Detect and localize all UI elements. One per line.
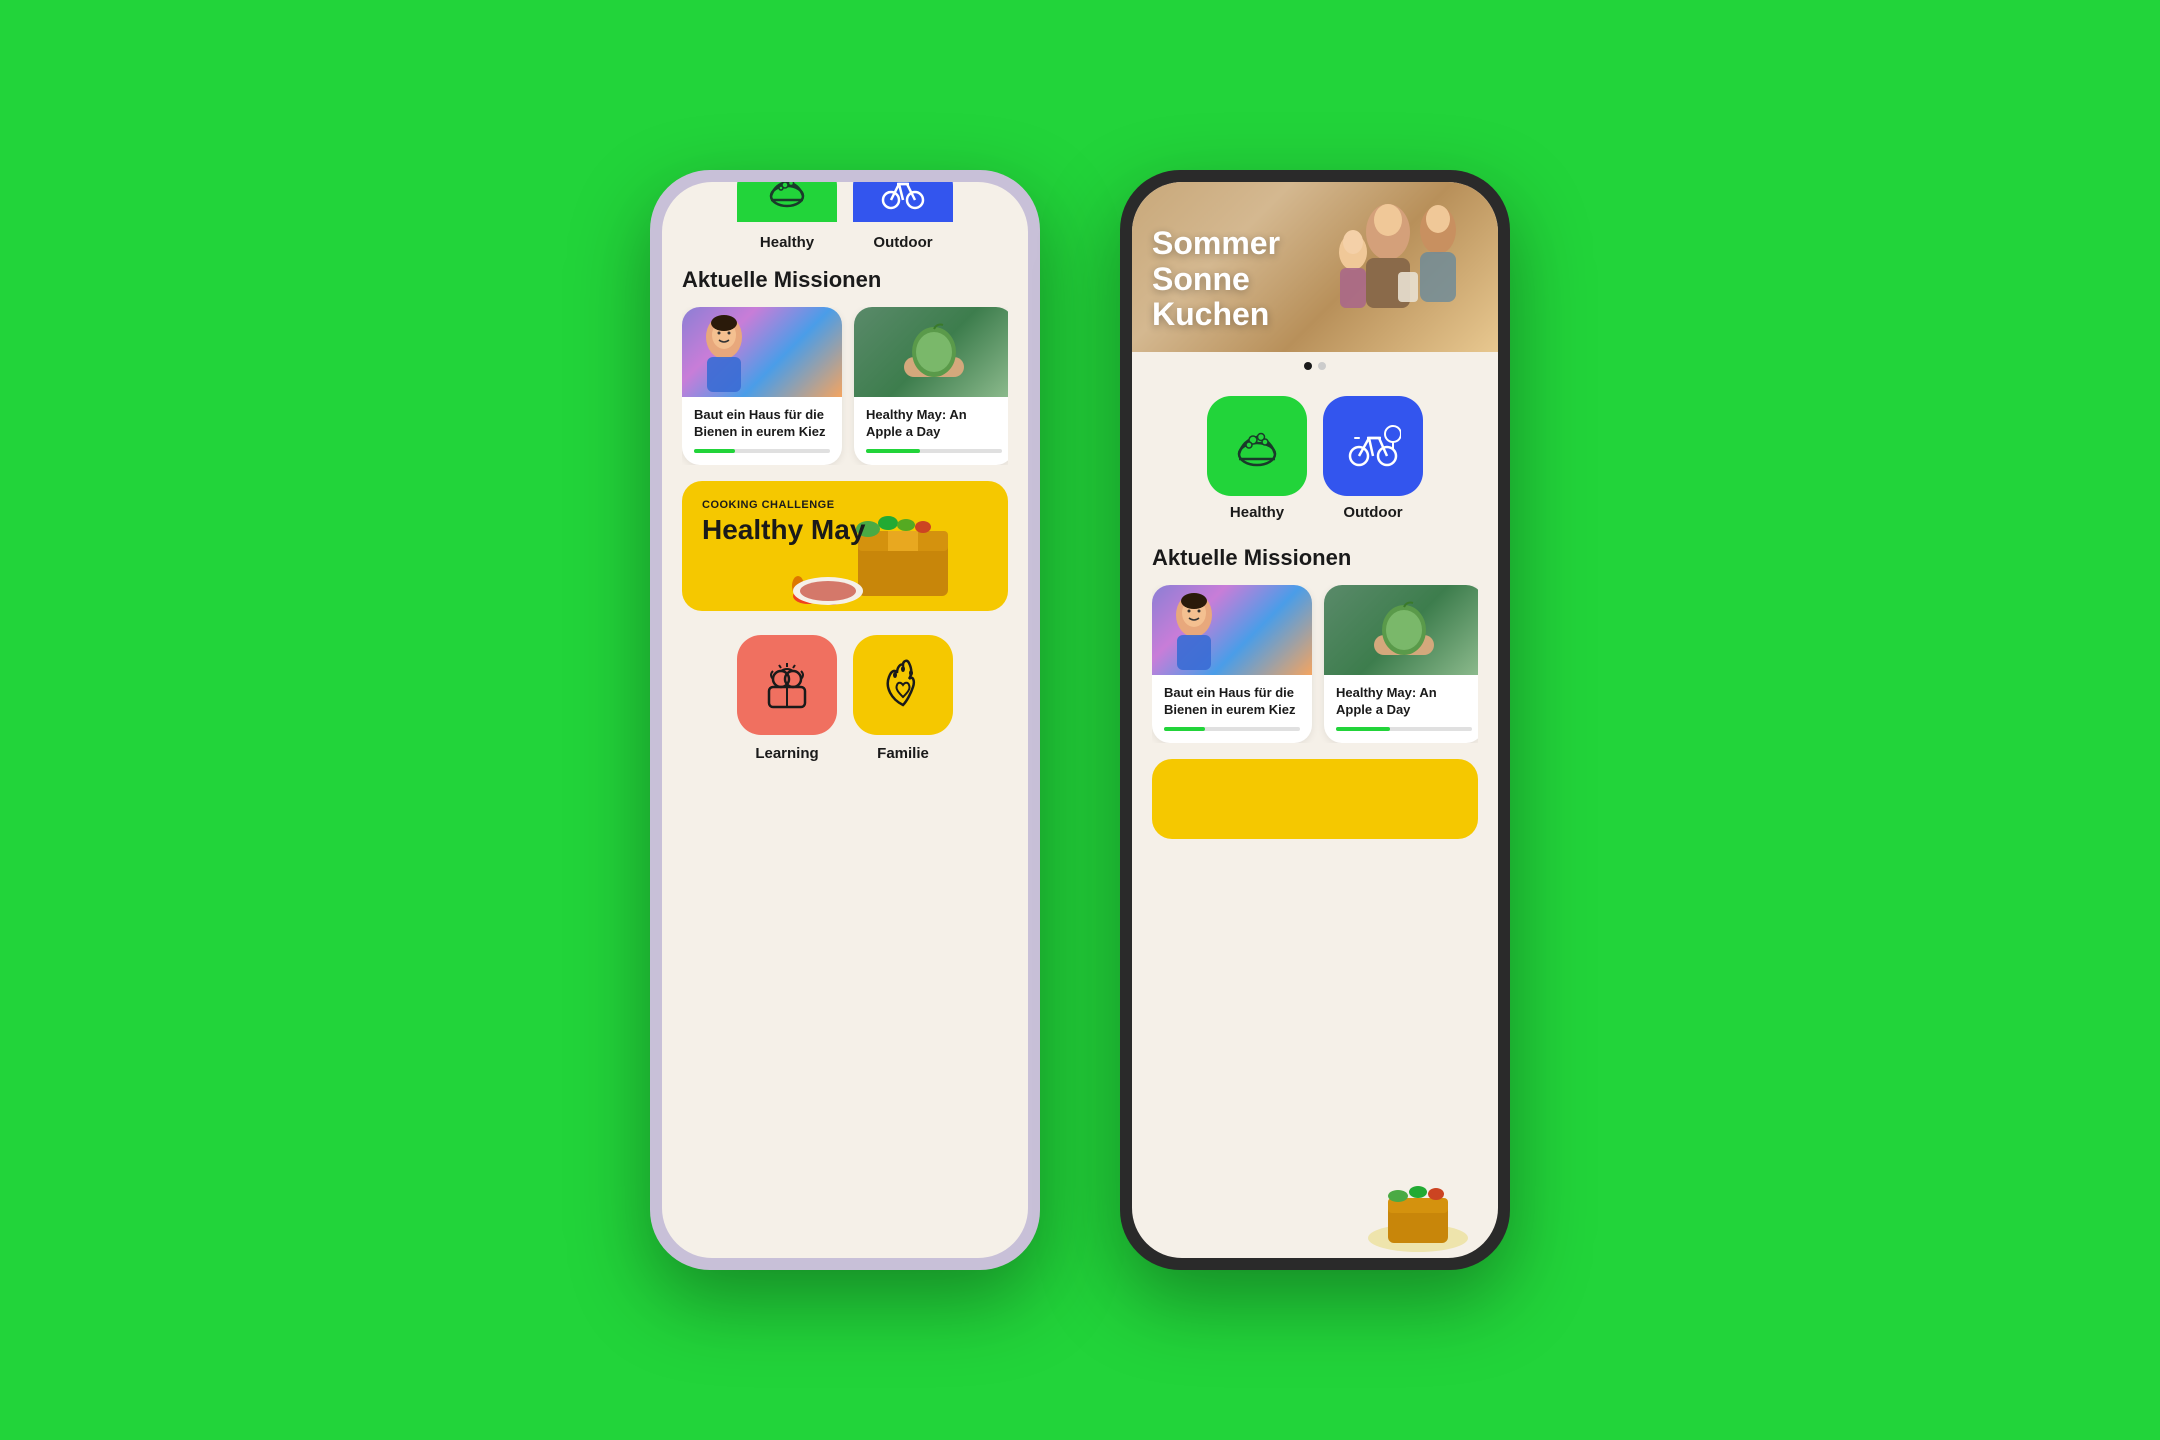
bottom-categories-row: Learning [682, 627, 1008, 770]
mission-card-body-apple-right: Healthy May: An Apple a Day [1324, 675, 1478, 743]
progress-fill-apple-right [1336, 727, 1390, 731]
person-svg-right [1157, 585, 1232, 675]
mission-card-bienen[interactable]: Baut ein Haus für die Bienen in eurem Ki… [682, 307, 842, 465]
cat-item-learning[interactable]: Learning [737, 635, 837, 762]
apple-svg-right [1369, 595, 1439, 665]
screen-content-left: Healthy Outdoor Aktuelle Missionen [662, 182, 1028, 1258]
brain-book-icon [759, 657, 815, 713]
label-healthy-right: Healthy [1230, 504, 1284, 521]
mission-img-bienen-right [1152, 585, 1312, 675]
dot-1 [1304, 362, 1312, 370]
healthy-icon-box-right[interactable] [1207, 396, 1307, 496]
challenge-label: COOKING CHALLENGE [702, 499, 865, 511]
progress-bg-apple [866, 449, 1002, 453]
scroll-area-right: Healthy [1132, 380, 1498, 1258]
mission-row-left: Baut ein Haus für die Bienen in eurem Ki… [682, 307, 1008, 465]
mission-card-body-apple: Healthy May: An Apple a Day [854, 397, 1008, 465]
mission-title-apple: Healthy May: An Apple a Day [866, 407, 1002, 441]
section-title-left: Aktuelle Missionen [682, 267, 1008, 293]
label-outdoor-right: Outdoor [1343, 504, 1402, 521]
section-title-right: Aktuelle Missionen [1152, 545, 1478, 571]
cooking-challenge-banner[interactable]: COOKING CHALLENGE Healthy May [682, 481, 1008, 611]
label-outdoor-left: Outdoor [853, 234, 953, 251]
bike-icon-right [1345, 418, 1401, 474]
label-familie: Familie [877, 745, 929, 762]
category-labels-row: Healthy Outdoor [662, 230, 1028, 251]
bike-icon [879, 182, 927, 214]
challenge-banner-partial[interactable] [1152, 759, 1478, 839]
label-learning: Learning [755, 745, 818, 762]
top-icon-outdoor[interactable] [853, 182, 953, 222]
mission-title-bienen-right: Baut ein Haus für die Bienen in eurem Ki… [1164, 685, 1300, 719]
mission-img-apple-right [1324, 585, 1478, 675]
phone-screen-left: Healthy Outdoor Aktuelle Missionen [662, 182, 1028, 1258]
dots-indicator [1132, 352, 1498, 380]
flame-heart-icon [875, 657, 931, 713]
person-svg [687, 307, 762, 397]
screen-content-right: SommerSonneKuchen [1132, 182, 1498, 1258]
mission-img-bienen [682, 307, 842, 397]
mission-title-bienen: Baut ein Haus für die Bienen in eurem Ki… [694, 407, 830, 441]
challenge-title: Healthy May [702, 515, 865, 546]
mission-card-bienen-right[interactable]: Baut ein Haus für die Bienen in eurem Ki… [1152, 585, 1312, 743]
cat-healthy-right[interactable]: Healthy [1207, 396, 1307, 521]
mission-card-body-bienen-right: Baut ein Haus für die Bienen in eurem Ki… [1152, 675, 1312, 743]
cat-item-familie[interactable]: Familie [853, 635, 953, 762]
scroll-area-left: Aktuelle Missionen [662, 251, 1028, 1258]
mission-card-apple[interactable]: Healthy May: An Apple a Day [854, 307, 1008, 465]
dot-2 [1318, 362, 1326, 370]
progress-fill-bienen-right [1164, 727, 1205, 731]
phone-frame-left: Healthy Outdoor Aktuelle Missionen [650, 170, 1040, 1270]
category-row-right: Healthy [1152, 380, 1478, 529]
label-healthy-left: Healthy [737, 234, 837, 251]
bowl-icon-right [1229, 418, 1285, 474]
mission-card-apple-right[interactable]: Healthy May: An Apple a Day [1324, 585, 1478, 743]
apple-svg [899, 317, 969, 387]
familie-icon-box[interactable] [853, 635, 953, 735]
progress-bg-bienen [694, 449, 830, 453]
top-icon-healthy[interactable] [737, 182, 837, 222]
learning-icon-box[interactable] [737, 635, 837, 735]
mission-img-apple [854, 307, 1008, 397]
mission-title-apple-right: Healthy May: An Apple a Day [1336, 685, 1472, 719]
phone-screen-right: SommerSonneKuchen [1132, 182, 1498, 1258]
mission-card-body-bienen: Baut ein Haus für die Bienen in eurem Ki… [682, 397, 842, 465]
family-illustration [1298, 182, 1478, 352]
top-icons-row [662, 182, 1028, 230]
progress-bg-bienen-right [1164, 727, 1300, 731]
hero-banner: SommerSonneKuchen [1132, 182, 1498, 352]
progress-fill-apple [866, 449, 920, 453]
hero-title: SommerSonneKuchen [1152, 226, 1280, 332]
mission-row-right: Baut ein Haus für die Bienen in eurem Ki… [1152, 585, 1478, 743]
bowl-icon [763, 182, 811, 214]
phone-right: SommerSonneKuchen [1120, 170, 1510, 1270]
phone-left: Healthy Outdoor Aktuelle Missionen [650, 170, 1040, 1270]
challenge-text: COOKING CHALLENGE Healthy May [702, 499, 865, 546]
phone-frame-right: SommerSonneKuchen [1120, 170, 1510, 1270]
outdoor-icon-box-right[interactable] [1323, 396, 1423, 496]
cat-outdoor-right[interactable]: Outdoor [1323, 396, 1423, 521]
progress-bg-apple-right [1336, 727, 1472, 731]
hero-bg: SommerSonneKuchen [1132, 182, 1498, 352]
progress-fill-bienen [694, 449, 735, 453]
